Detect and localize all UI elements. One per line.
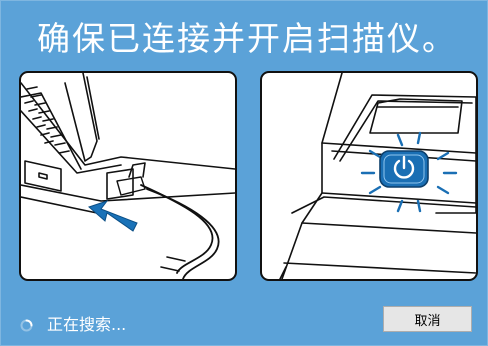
- instruction-heading: 确保已连接并开启扫描仪。: [37, 19, 457, 58]
- loading-spinner-icon: [20, 317, 33, 331]
- search-status: 正在搜索...: [20, 311, 126, 335]
- status-text: 正在搜索...: [47, 315, 127, 334]
- power-button-illustration: [260, 71, 478, 281]
- laptop-usb-drawing: [21, 73, 235, 279]
- connect-scanner-dialog: 确保已连接并开启扫描仪。 正在搜索... 取消: [0, 0, 488, 346]
- usb-connection-illustration: [19, 71, 237, 281]
- cancel-button[interactable]: 取消: [383, 306, 472, 332]
- scanner-power-drawing: [279, 73, 476, 279]
